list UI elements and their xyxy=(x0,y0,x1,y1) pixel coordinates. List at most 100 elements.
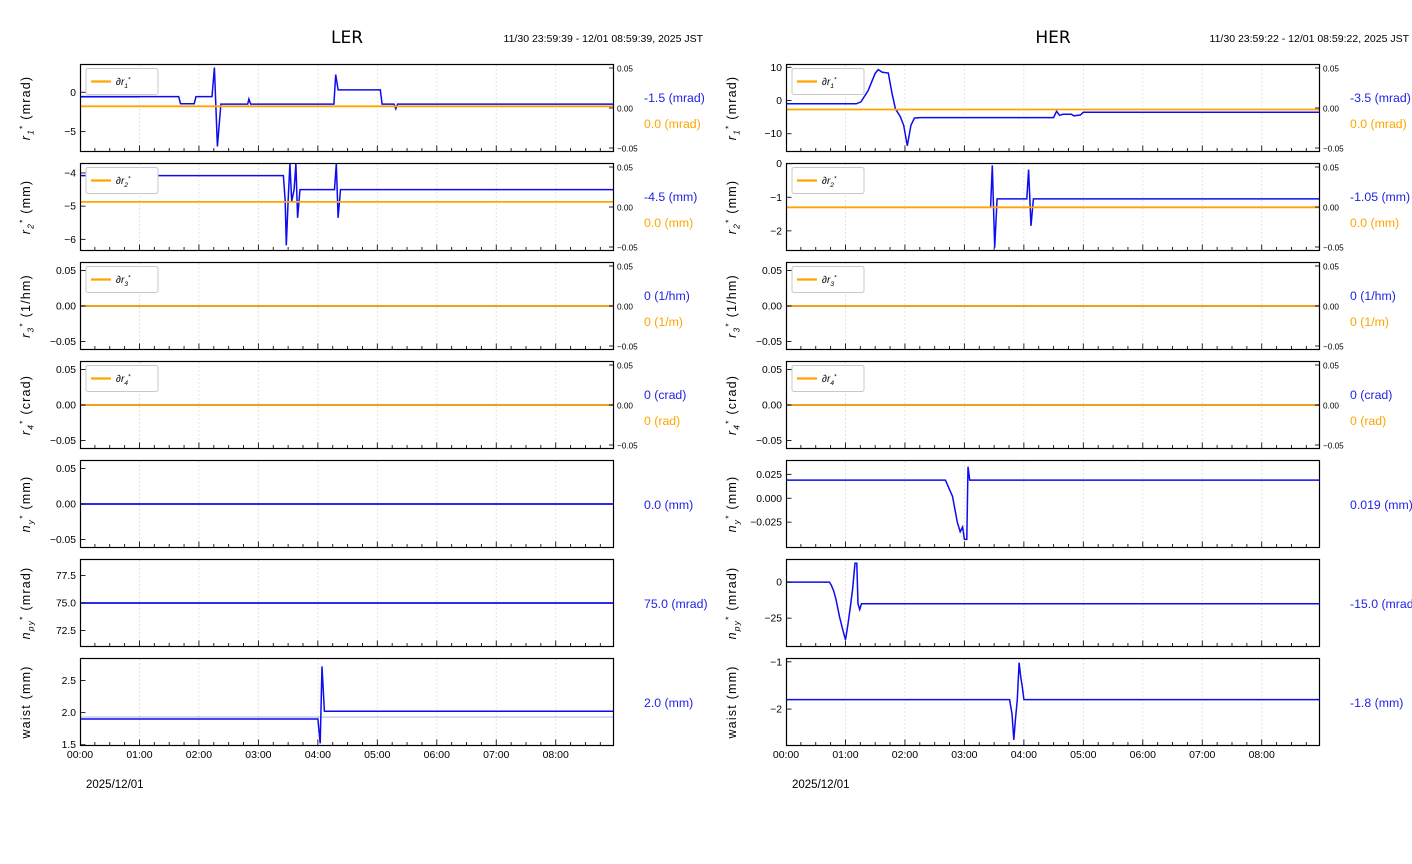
legend: ∂r4* xyxy=(85,365,159,392)
gridlines xyxy=(139,65,557,151)
value-annotation: 2.0 (mm) xyxy=(644,696,693,710)
gridlines xyxy=(139,164,557,250)
legend: ∂r4* xyxy=(791,365,865,392)
y-axis-label: npy* (mrad) xyxy=(18,567,36,640)
y-axis-label: npy* (mrad) xyxy=(724,567,742,640)
legend: ∂r3* xyxy=(85,266,159,293)
y-tick-label: −0.05 xyxy=(50,436,76,447)
right-tick-label: −0.05 xyxy=(1323,343,1344,352)
series xyxy=(786,68,1320,146)
y-tick-label: 0 xyxy=(776,578,782,589)
her-subplot-4: 0.05 0.00 −0.05 0.05 0.00 −0.05 r4* (crad) ∂r4*… xyxy=(724,360,1392,451)
y-tick-label: 0.05 xyxy=(56,365,76,376)
series xyxy=(786,662,1320,740)
y-axis-label: r2* (mm) xyxy=(18,180,36,234)
right-tick-label: −0.05 xyxy=(1323,145,1344,154)
legend: ∂r1* xyxy=(791,68,865,95)
value-annotation: -1.8 (mm) xyxy=(1350,696,1403,710)
axis-ticks xyxy=(81,468,601,547)
right-tick-label: 0.05 xyxy=(1323,65,1339,74)
y-tick-label: −10 xyxy=(765,129,783,140)
y-tick-label: −0.05 xyxy=(50,535,76,546)
value-annotation: -3.5 (mrad) xyxy=(1350,91,1411,105)
gridlines xyxy=(845,461,1263,547)
y-tick-label: 0.000 xyxy=(756,494,782,505)
series xyxy=(786,562,1320,640)
value-annotation: 0.0 (mrad) xyxy=(644,117,701,131)
y-tick-label: −1 xyxy=(770,657,782,668)
legend: ∂r3* xyxy=(791,266,865,293)
y-axis-label: ny* (mm) xyxy=(18,476,36,533)
her-subplot-3: 0.05 0.00 −0.05 0.05 0.00 −0.05 r3* (1/hm) ∂r3*… xyxy=(724,261,1396,352)
axis-ticks xyxy=(81,575,601,646)
value-annotation: 75.0 (mrad) xyxy=(644,597,708,611)
y-tick-label: −5 xyxy=(64,127,76,138)
plots-host-ler: 0 −5 0.05 0.00 −0.05 r1* (mrad) ∂r1* -1.5 (mrad… xyxy=(0,0,708,864)
value-annotation: 0 (1/hm) xyxy=(644,289,690,303)
ler-subplot-4: 0.05 0.00 −0.05 0.05 0.00 −0.05 r4* (crad) ∂r4*… xyxy=(18,360,686,451)
value-annotation: -15.0 (mrad) xyxy=(1350,597,1412,611)
value-annotation: 0.0 (mrad) xyxy=(1350,117,1407,131)
y-tick-label: 72.5 xyxy=(56,626,76,637)
panel-her: HER 11/30 23:59:22 - 12/01 08:59:22, 202… xyxy=(706,0,1412,864)
value-annotation: 0 (1/m) xyxy=(1350,315,1389,329)
y-tick-label: 0 xyxy=(776,96,782,107)
right-tick-label: 0.05 xyxy=(617,65,633,74)
value-annotation: 0 (1/hm) xyxy=(1350,289,1396,303)
value-annotation: -4.5 (mm) xyxy=(644,190,697,204)
right-tick-label: 0.05 xyxy=(1323,164,1339,173)
y-tick-label: −25 xyxy=(765,614,783,625)
y-tick-label: −6 xyxy=(64,235,76,246)
plot-frame xyxy=(79,162,615,252)
right-tick-label: 0.00 xyxy=(617,402,633,411)
y-axis-label: r4* (crad) xyxy=(724,375,742,435)
right-tick-label: 0.05 xyxy=(617,164,633,173)
y-tick-label: 10 xyxy=(771,63,783,74)
value-annotation: 0 (crad) xyxy=(644,388,686,402)
right-tick-label: 0.00 xyxy=(1323,303,1339,312)
right-tick-label: −0.05 xyxy=(617,442,638,451)
y-tick-label: −0.025 xyxy=(750,518,782,529)
y-tick-label: 0.025 xyxy=(756,470,782,481)
y-tick-label: 0.00 xyxy=(762,401,782,412)
ler-subplot-2: −4 −5 −6 0.05 0.00 −0.05 r2* (mm) ∂r2* -4.5 (mm)… xyxy=(18,162,697,253)
right-tick-label: 0.05 xyxy=(1323,362,1339,371)
legend: ∂r2* xyxy=(791,167,865,194)
y-tick-label: 75.0 xyxy=(56,599,76,610)
her-subplot-6: 0 −25 npy* (mrad) -15.0 (mrad) xyxy=(724,558,1412,648)
y-tick-label: 0.00 xyxy=(56,302,76,313)
series xyxy=(80,666,614,744)
series xyxy=(80,67,614,147)
y-tick-label: 2.5 xyxy=(62,676,77,687)
value-annotation: 0.0 (mm) xyxy=(644,216,693,230)
axis-ticks xyxy=(81,364,613,448)
y-tick-label: −2 xyxy=(770,705,782,716)
axis-ticks xyxy=(81,680,601,746)
right-tick-label: 0.00 xyxy=(617,303,633,312)
axis-ticks xyxy=(81,166,613,250)
ler-subplot-7: 2.5 2.0 1.5 waist (mm) 2.0 (mm) xyxy=(19,657,693,751)
value-annotation: 0 (rad) xyxy=(644,414,680,428)
y-tick-label: 0.05 xyxy=(762,365,782,376)
gridlines xyxy=(845,659,1263,745)
value-annotation: 0 (1/m) xyxy=(644,315,683,329)
y-tick-label: 1.5 xyxy=(62,740,77,751)
axis-ticks xyxy=(787,473,1307,547)
plot-frame xyxy=(79,657,615,747)
x-axis-date-label-ler: 2025/12/01 xyxy=(86,779,144,791)
plot-frame xyxy=(785,459,1321,549)
right-tick-label: −0.05 xyxy=(617,145,638,154)
right-tick-label: 0.00 xyxy=(1323,204,1339,213)
ler-subplot-1: 0 −5 0.05 0.00 −0.05 r1* (mrad) ∂r1* -1.5 (mrad… xyxy=(18,63,705,154)
y-tick-label: 0 xyxy=(70,88,76,99)
legend: ∂r1* xyxy=(85,68,159,95)
value-annotation: 0.0 (mm) xyxy=(644,498,693,512)
y-tick-label: −2 xyxy=(770,226,782,237)
y-tick-label: −4 xyxy=(64,168,76,179)
y-axis-label: r1* (mrad) xyxy=(724,76,742,141)
y-tick-label: −0.05 xyxy=(756,337,782,348)
x-axis-date-label-her: 2025/12/01 xyxy=(792,779,850,791)
gridlines xyxy=(139,659,557,745)
axis-ticks xyxy=(787,581,1307,646)
right-tick-label: 0.05 xyxy=(617,263,633,272)
